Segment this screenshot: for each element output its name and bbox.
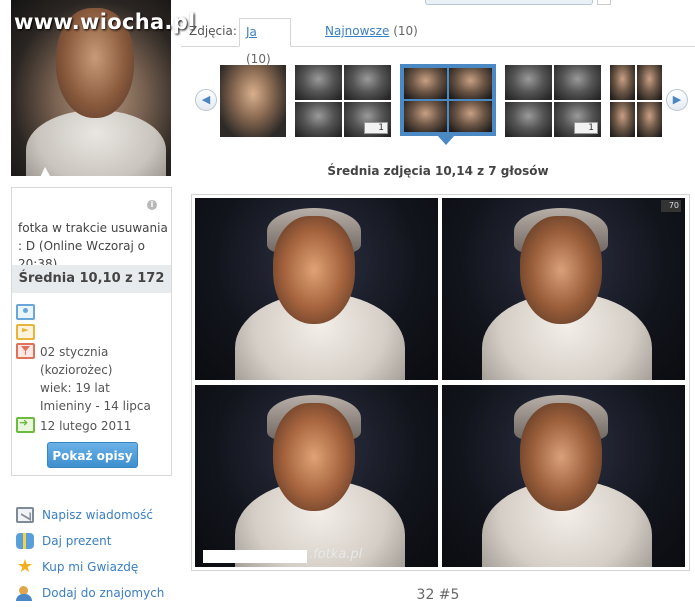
site-watermark: www.wiocha.pl <box>14 10 196 34</box>
mail-icon <box>16 507 34 523</box>
give-gift-action[interactable]: Daj prezent <box>16 528 164 554</box>
info-box-notch <box>35 167 57 188</box>
thumbnail[interactable] <box>610 65 662 137</box>
birthday-row: 02 stycznia (koziorożec) wiek: 19 lat Im… <box>16 343 151 415</box>
tab-ja-label[interactable]: Ja <box>246 25 257 39</box>
zodiac-sign: (koziorożec) <box>40 363 113 377</box>
star-icon: ★ <box>16 556 34 577</box>
selected-pointer <box>437 135 455 145</box>
thumbnail[interactable] <box>220 65 286 137</box>
tab-najnowsze-label[interactable]: Najnowsze <box>325 24 389 38</box>
flag-icon <box>16 324 35 340</box>
photo-panel <box>195 198 438 380</box>
add-friend-link[interactable]: Dodaj do znajomych <box>42 586 164 600</box>
send-message-link[interactable]: Napisz wiadomość <box>42 508 153 522</box>
next-arrow-icon[interactable]: ▶ <box>666 89 688 111</box>
thumbnail[interactable]: 1 <box>505 65 601 137</box>
photo-panel: 70 <box>442 198 685 380</box>
photo-rating: Średnia zdjęcia 10,14 z 7 głosów <box>327 164 549 178</box>
thumbnail-grid <box>404 68 492 132</box>
heart-action[interactable]: ♥ <box>16 606 164 612</box>
birthday-date: 02 stycznia <box>40 345 109 359</box>
photo-counter: 32 #5 <box>416 587 460 603</box>
thumbnail-grid <box>610 65 662 137</box>
birthday-info: 02 stycznia (koziorożec) wiek: 19 lat Im… <box>40 343 151 415</box>
buy-star-link[interactable]: Kup mi Gwiazdę <box>42 560 138 574</box>
user-row <box>16 304 40 320</box>
photo-panel <box>195 385 438 567</box>
thumbnail[interactable]: 1 <box>295 65 391 137</box>
user-icon <box>16 304 35 320</box>
search-button-edge[interactable] <box>597 0 611 5</box>
age: wiek: 19 lat <box>40 381 110 395</box>
profile-info-box: i fotka w trakcie usuwania : D (Online W… <box>11 187 172 476</box>
joined-row: 12 lutego 2011 <box>16 416 132 435</box>
thumbnail-strip: ◀ 1 1 ▶ <box>191 63 695 145</box>
redaction-bar <box>203 550 307 563</box>
add-friend-action[interactable]: Dodaj do znajomych <box>16 580 164 606</box>
tab-najnowsze-count: (10) <box>393 24 418 38</box>
tab-najnowsze[interactable]: Najnowsze (10) <box>319 18 424 47</box>
profile-actions: Napisz wiadomość Daj prezent ★ Kup mi Gw… <box>16 502 164 612</box>
cocktail-icon <box>16 343 35 359</box>
photo-watermark: .fotka.pl <box>309 547 363 562</box>
give-gift-link[interactable]: Daj prezent <box>42 534 111 548</box>
nameday: Imieniny - 14 lipca <box>40 399 151 413</box>
profile-page: www.wiocha.pl i fotka w trakcie usuwania… <box>0 0 695 612</box>
gift-icon <box>16 533 34 549</box>
tab-ja[interactable]: Ja (10) <box>239 18 291 66</box>
main-photo[interactable]: 70 .fotka.pl <box>191 194 690 571</box>
thumbnail-badge: 1 <box>574 122 598 134</box>
thumbnail-badge: 1 <box>364 122 388 134</box>
show-descriptions-button[interactable]: Pokaż opisy <box>47 442 138 468</box>
info-icon[interactable]: i <box>147 200 157 210</box>
photo-panel <box>442 385 685 567</box>
photos-label: Zdjęcia: <box>189 24 237 38</box>
prev-arrow-icon[interactable]: ◀ <box>195 89 217 111</box>
search-box-edge[interactable] <box>425 0 593 5</box>
photo-corner-badge: 70 <box>661 200 681 212</box>
arrow-right-icon <box>16 416 35 433</box>
buy-star-action[interactable]: ★ Kup mi Gwiazdę <box>16 554 164 580</box>
add-friend-icon <box>16 585 34 601</box>
thumbnail-selected[interactable] <box>400 64 496 136</box>
flag-row <box>16 324 40 340</box>
joined-date: 12 lutego 2011 <box>40 419 132 433</box>
profile-average: Średnia 10,10 z 172 <box>12 265 171 293</box>
send-message-action[interactable]: Napisz wiadomość <box>16 502 164 528</box>
